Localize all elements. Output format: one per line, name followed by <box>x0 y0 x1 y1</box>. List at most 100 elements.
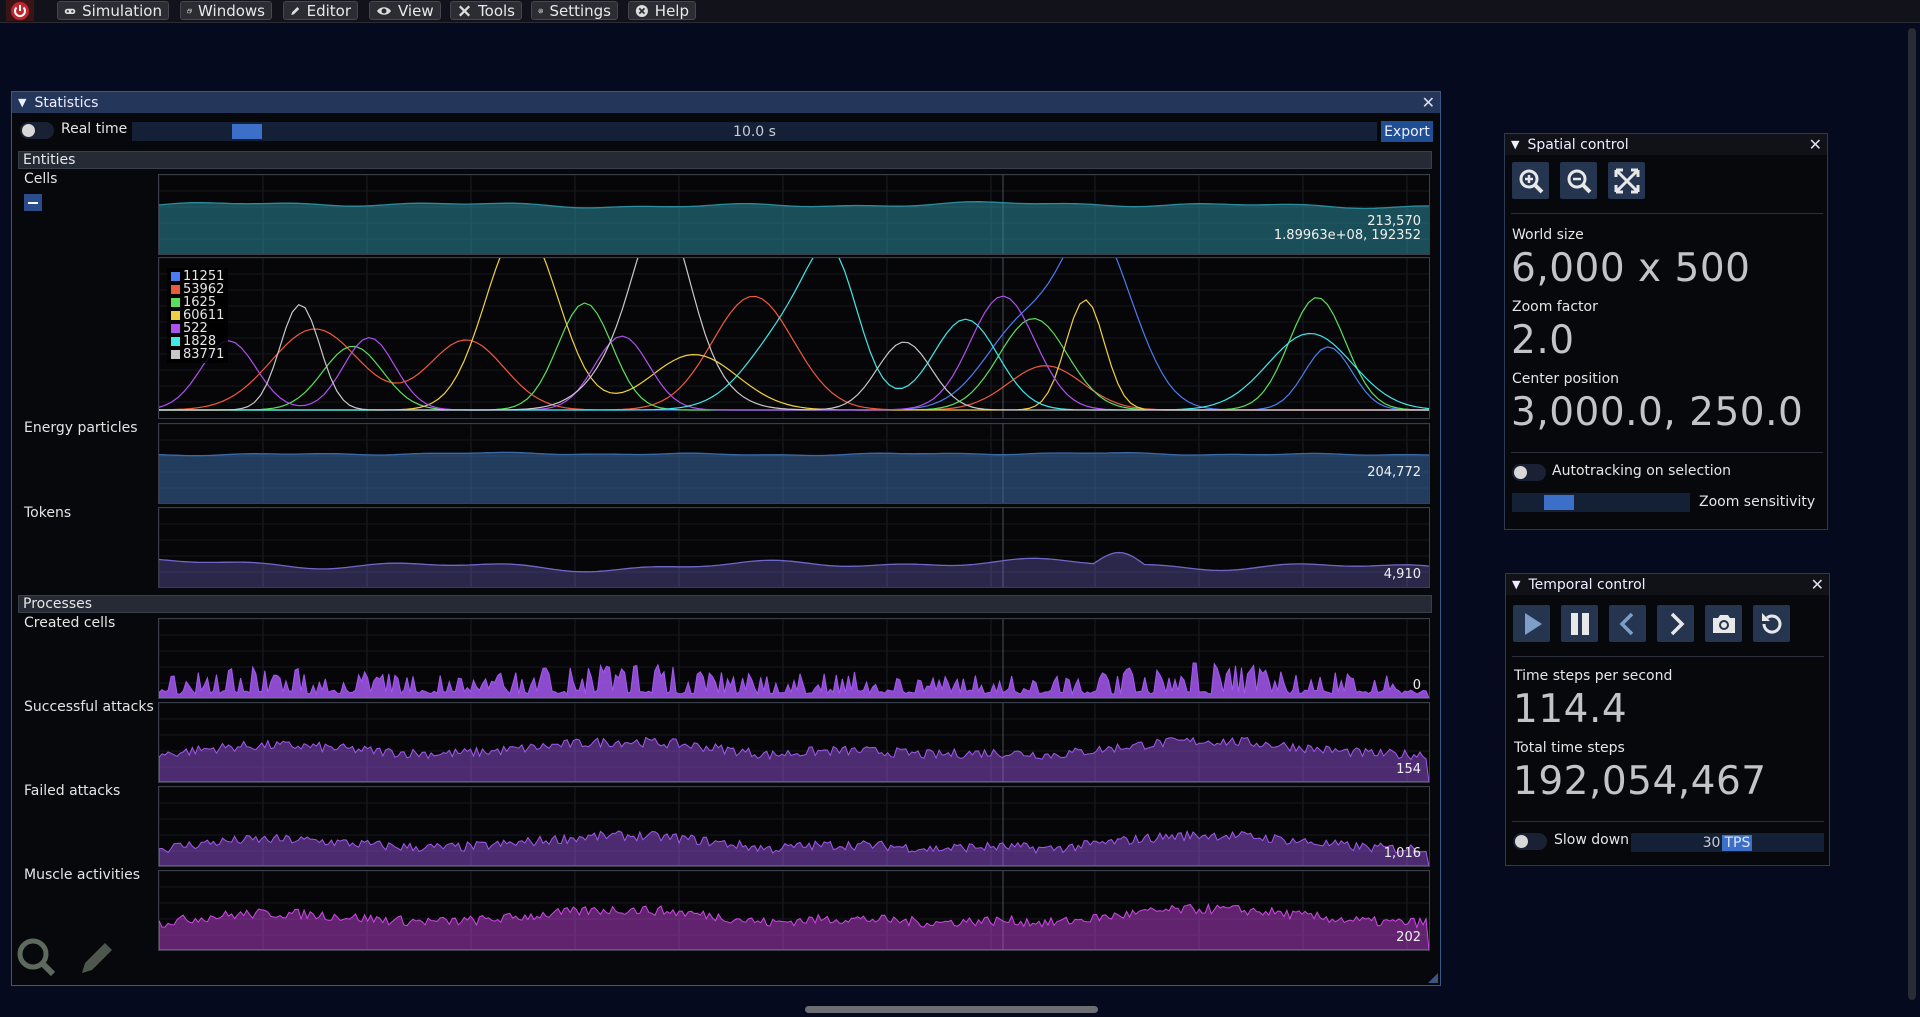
menu-simulation[interactable]: Simulation <box>57 1 169 20</box>
collapse-icon[interactable]: ▼ <box>1512 578 1520 591</box>
snapshot-button[interactable] <box>1705 605 1742 642</box>
tokens-label: Tokens <box>24 505 72 521</box>
menu-windows[interactable]: Windows <box>180 1 272 20</box>
zoom-out-button[interactable] <box>1560 162 1597 199</box>
legend-value: 83771 <box>183 347 225 362</box>
fit-view-button[interactable] <box>1608 162 1645 199</box>
gamepad-icon <box>64 8 76 14</box>
close-icon[interactable]: ✕ <box>1811 575 1824 594</box>
spatial-title: Spatial control <box>1527 136 1629 153</box>
zoom-sensitivity-grab[interactable] <box>1544 495 1575 510</box>
autotracking-toggle[interactable] <box>1512 464 1546 481</box>
failed-attacks-plot: 1,016 <box>158 786 1430 867</box>
color-series-line <box>159 258 1429 411</box>
color-series-line <box>159 258 1429 411</box>
menu-tools[interactable]: Tools <box>450 1 522 20</box>
horizontal-scrollbar[interactable] <box>805 1006 1098 1013</box>
menu-view[interactable]: View <box>369 1 441 20</box>
restore-button[interactable] <box>1753 605 1790 642</box>
expand-icon <box>1614 168 1639 193</box>
power-button[interactable] <box>6 0 34 21</box>
legend-swatch <box>171 272 180 281</box>
legend-swatch <box>171 285 180 294</box>
tools-icon <box>459 4 471 17</box>
pause-button[interactable] <box>1561 605 1598 642</box>
zoom-factor-label: Zoom factor <box>1512 299 1598 315</box>
play-button[interactable] <box>1513 605 1550 642</box>
collapse-cells-button[interactable] <box>24 194 42 211</box>
energy-area <box>159 452 1429 503</box>
collapse-icon[interactable]: ▼ <box>1511 138 1519 151</box>
pause-icon <box>1570 612 1589 635</box>
eye-icon <box>377 6 391 15</box>
menu-tools-label: Tools <box>478 1 515 20</box>
muscle-activities-label: Muscle activities <box>24 867 141 883</box>
menu-settings[interactable]: Settings <box>531 1 618 20</box>
zoom-tool-icon[interactable] <box>14 935 58 979</box>
created-cells-value: 0 <box>1412 678 1421 693</box>
color-series-line <box>159 258 1429 411</box>
cell-colors-plot: 11251 53962 1625 60611 522 1828 83771 <box>158 257 1430 419</box>
gear-icon <box>538 8 544 13</box>
separator <box>1512 821 1824 822</box>
muscle-activities-value: 202 <box>1396 930 1421 945</box>
step-forward-button[interactable] <box>1657 605 1694 642</box>
spatial-titlebar[interactable]: ▼ Spatial control ✕ <box>1505 134 1827 155</box>
separator <box>1512 656 1824 657</box>
center-position-value: 3,000.0, 250.0 <box>1511 390 1804 435</box>
muscle-plot-svg <box>159 871 1429 950</box>
export-button[interactable]: Export <box>1381 121 1433 142</box>
color-series-line <box>159 295 1429 411</box>
help-icon <box>635 4 648 17</box>
tps-label: Time steps per second <box>1514 668 1673 684</box>
play-icon <box>1524 612 1542 635</box>
vertical-scrollbar[interactable] <box>1908 28 1916 1000</box>
menu-settings-label: Settings <box>549 1 611 20</box>
slowdown-slider[interactable]: 30 TPS <box>1631 833 1824 852</box>
spatial-control-window: ▼ Spatial control ✕ World size 6,000 x 5… <box>1504 133 1828 530</box>
step-back-button[interactable] <box>1609 605 1646 642</box>
close-icon[interactable]: ✕ <box>1809 135 1822 154</box>
muscle-series <box>159 902 1429 950</box>
attacks-series <box>159 736 1429 782</box>
total-steps-value: 192,054,467 <box>1513 759 1767 804</box>
temporal-titlebar[interactable]: ▼ Temporal control ✕ <box>1506 574 1829 595</box>
zoom-in-button[interactable] <box>1512 162 1549 199</box>
statistics-titlebar[interactable]: ▼ Statistics ✕ <box>12 92 1440 113</box>
successful-attacks-label: Successful attacks <box>24 699 154 715</box>
tokens-plot: 4,910 <box>158 507 1430 588</box>
rotate-ccw-icon <box>1761 612 1781 633</box>
zoom-sensitivity-slider[interactable] <box>1512 493 1690 512</box>
realtime-label: Real time <box>61 121 128 137</box>
cells-label: Cells <box>24 171 58 187</box>
attacks-plot-svg <box>159 703 1429 782</box>
slowdown-label: Slow down <box>1554 832 1630 848</box>
created-cells-label: Created cells <box>24 615 116 631</box>
entities-header[interactable]: Entities <box>18 151 1432 169</box>
realtime-toggle[interactable] <box>20 122 54 139</box>
timespan-slider[interactable]: 10.0 s <box>132 122 1377 141</box>
legend-swatch <box>171 337 180 346</box>
colors-plot-svg <box>159 258 1429 418</box>
menu-view-label: View <box>398 1 434 20</box>
menu-bar: Simulation Windows Editor View Tools Set… <box>0 0 1920 23</box>
tokens-plot-svg <box>159 508 1429 587</box>
collapse-icon[interactable]: ▼ <box>18 96 26 109</box>
resize-grip-icon[interactable] <box>1428 973 1438 983</box>
statistics-window: ▼ Statistics ✕ Real time 10.0 s Export E… <box>11 91 1441 986</box>
color-series-line <box>159 295 1429 411</box>
slowdown-toggle[interactable] <box>1513 833 1547 850</box>
zoom-out-icon <box>1567 169 1591 193</box>
menu-help[interactable]: Help <box>628 1 696 20</box>
chevron-right-icon <box>1670 612 1684 635</box>
pencil-tool-icon[interactable] <box>76 935 120 979</box>
processes-header[interactable]: Processes <box>18 595 1432 613</box>
created-plot-svg <box>159 619 1429 698</box>
total-steps-label: Total time steps <box>1514 740 1625 756</box>
muscle-activities-plot: 202 <box>158 870 1430 951</box>
menu-help-label: Help <box>654 1 689 20</box>
separator <box>1511 213 1823 214</box>
separator <box>1511 452 1823 453</box>
close-icon[interactable]: ✕ <box>1422 93 1435 112</box>
menu-editor[interactable]: Editor <box>283 1 358 20</box>
